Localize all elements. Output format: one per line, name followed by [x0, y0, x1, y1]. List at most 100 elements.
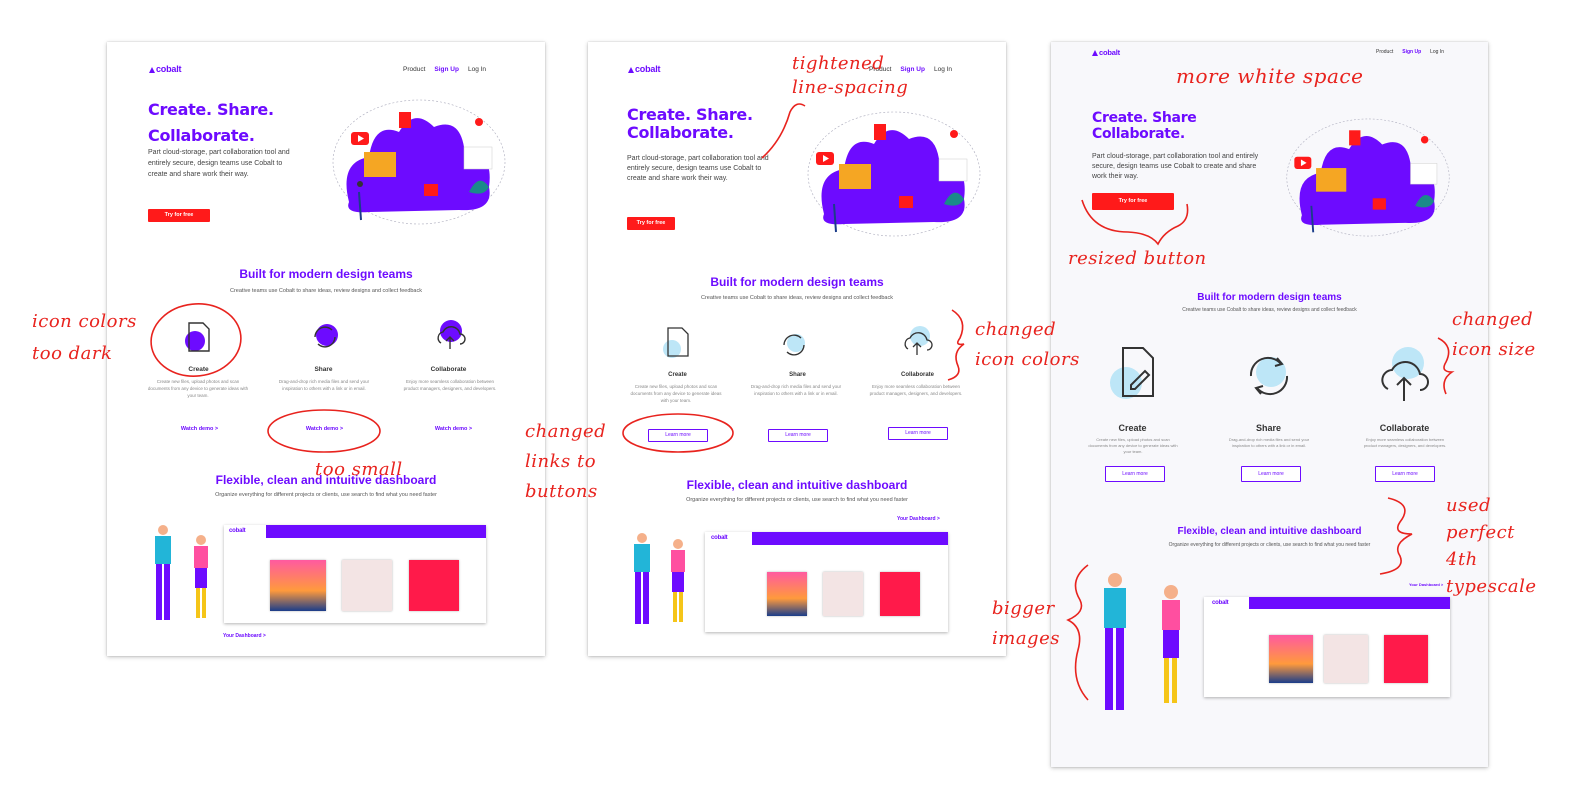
learn-more-button-collaborate[interactable]: Learn more: [888, 427, 948, 440]
feature-name-share: Share: [1255, 423, 1281, 433]
your-dashboard-link[interactable]: Your Dashboard >: [223, 633, 266, 639]
feature-desc-create: Create new files, upload photos and scan…: [147, 379, 249, 398]
dashboard-logo: cobalt: [229, 528, 246, 534]
document-pen-icon: [663, 327, 689, 358]
feature-desc-share: Drag-and-drop rich media files and send …: [278, 379, 370, 391]
logo-triangle-icon: [628, 67, 634, 73]
nav-product[interactable]: Product: [403, 66, 425, 73]
dashboard-logo: cobalt: [711, 535, 728, 541]
cta-button[interactable]: Try for free: [627, 217, 675, 230]
dashboard-thumb-1[interactable]: [270, 560, 326, 611]
hero-illustration: [1286, 118, 1450, 237]
feature-desc-create: Create new files, upload photos and scan…: [630, 384, 722, 403]
your-dashboard-link[interactable]: Your Dashboard >: [1409, 582, 1443, 587]
cloud-upload-icon: [437, 320, 466, 349]
learn-more-button-share[interactable]: Learn more: [1241, 466, 1301, 482]
mockup-version-1: cobalt Product Sign Up Log In Create. Shar…: [107, 42, 545, 656]
logo-triangle-icon: [149, 67, 155, 73]
dashboard-thumb-2[interactable]: [342, 560, 392, 611]
feature-desc-share: Drag-and-drop rich media files and send …: [750, 384, 842, 396]
nav-signup[interactable]: Sign Up: [1402, 49, 1421, 55]
dashboard-mockup: cobalt: [224, 525, 486, 623]
feature-desc-collaborate: Enjoy more seamless collaboration betwee…: [403, 379, 497, 391]
logo-triangle-icon: [1092, 50, 1098, 56]
hero-text: Part cloud-storage, part collaboration t…: [627, 155, 769, 182]
features-title: Built for modern design teams: [1197, 292, 1342, 303]
annotation-resized-button: resized button: [1068, 248, 1207, 269]
dashboard-mockup: cobalt: [1204, 597, 1450, 697]
people-illustration: [1104, 573, 1180, 710]
feature-name-collaborate: Collaborate: [1379, 423, 1430, 433]
nav-signup[interactable]: Sign Up: [434, 66, 459, 73]
nav-login[interactable]: Log In: [1430, 49, 1444, 55]
hero-text: Part cloud-storage, part collaboration t…: [1092, 153, 1259, 180]
dashboard-topbar: [752, 532, 948, 545]
dashboard-title: Flexible, clean and intuitive dashboard: [1177, 526, 1362, 537]
dashboard-subtitle: Organize everything for different projec…: [686, 497, 908, 503]
learn-more-button-create[interactable]: Learn more: [648, 429, 708, 442]
feature-desc-collaborate: Enjoy more seamless collaboration betwee…: [1363, 437, 1447, 448]
dashboard-logo: cobalt: [1212, 600, 1229, 606]
features-subtitle: Creative teams use Cobalt to share ideas…: [701, 295, 893, 301]
hero-title: Create. Share. Collaborate.: [148, 100, 274, 145]
logo[interactable]: cobalt: [149, 64, 182, 74]
feature-desc-share: Drag-and-drop rich media files and send …: [1228, 437, 1310, 448]
refresh-arrows-icon: [314, 324, 338, 348]
annotation-changed-icon-size: changed icon size: [1452, 309, 1536, 360]
dashboard-thumb-1[interactable]: [767, 572, 807, 616]
dashboard-title: Flexible, clean and intuitive dashboard: [686, 478, 908, 492]
dashboard-mockup: cobalt: [705, 532, 948, 632]
annotation-tightened-line-spacing: tightened line-spacing: [792, 53, 909, 98]
learn-more-button-share[interactable]: Learn more: [768, 429, 828, 442]
people-illustration: [155, 525, 208, 620]
hero-title: Create. Share. Collaborate.: [627, 105, 753, 142]
feature-name-share: Share: [789, 372, 806, 378]
logo[interactable]: cobalt: [1092, 48, 1120, 57]
nav-login[interactable]: Log In: [934, 66, 952, 73]
feature-name-collaborate: Collaborate: [430, 366, 467, 373]
annotation-too-small: too small: [315, 459, 403, 480]
watch-demo-link-create[interactable]: Watch demo >: [162, 426, 237, 432]
annotation-perfect-4th-typescale: used perfect 4th typescale: [1446, 495, 1537, 597]
your-dashboard-link[interactable]: Your Dashboard >: [897, 516, 940, 522]
nav-login[interactable]: Log In: [468, 66, 486, 73]
cta-button[interactable]: Try for free: [148, 209, 210, 222]
people-illustration: [634, 533, 685, 624]
learn-more-button-create[interactable]: Learn more: [1105, 466, 1165, 482]
dashboard-subtitle: Organize everything for different projec…: [1168, 542, 1371, 548]
refresh-arrows-icon: [1249, 356, 1289, 396]
annotation-changed-icon-colors: changed icon colors: [975, 319, 1080, 370]
watch-demo-link-collaborate[interactable]: Watch demo >: [416, 426, 491, 432]
hero-illustration: [332, 99, 506, 225]
document-pen-icon: [185, 322, 210, 352]
feature-desc-create: Create new files, upload photos and scan…: [1088, 437, 1178, 454]
dashboard-thumb-3[interactable]: [880, 572, 920, 616]
dashboard-topbar: [266, 525, 486, 538]
dashboard-thumb-1[interactable]: [1269, 635, 1313, 683]
top-nav: Product Sign Up Log In: [1367, 49, 1444, 55]
mockup-version-2: cobalt Product Sign Up Log In Create. Shar…: [588, 42, 1006, 656]
cloud-upload-icon: [904, 326, 933, 355]
top-nav: Product Sign Up Log In: [394, 66, 486, 73]
annotation-icon-colors: icon colors too dark: [32, 311, 137, 364]
comparison-stage: cobalt Product Sign Up Log In Create. Shar…: [0, 0, 1580, 812]
annotation-more-white-space: more white space: [1176, 64, 1364, 88]
dashboard-thumb-2[interactable]: [823, 572, 863, 616]
learn-more-button-collaborate[interactable]: Learn more: [1375, 466, 1435, 482]
cta-button[interactable]: Try for free: [1092, 193, 1174, 210]
feature-name-create: Create: [188, 366, 209, 373]
feature-name-create: Create: [668, 372, 687, 378]
feature-desc-collaborate: Enjoy more seamless collaboration betwee…: [869, 384, 963, 396]
dashboard-thumb-3[interactable]: [1384, 635, 1428, 683]
dashboard-thumb-2[interactable]: [1324, 635, 1368, 683]
cloud-upload-icon: [1381, 347, 1429, 401]
logo[interactable]: cobalt: [628, 64, 661, 74]
dashboard-thumb-3[interactable]: [409, 560, 459, 611]
features-subtitle: Creative teams use Cobalt to share ideas…: [1182, 307, 1357, 313]
annotation-bigger-images: bigger images: [992, 598, 1060, 649]
nav-product[interactable]: Product: [1376, 49, 1393, 55]
dashboard-subtitle: Organize everything for different projec…: [215, 492, 437, 498]
dashboard-topbar: [1249, 597, 1450, 609]
watch-demo-link-share[interactable]: Watch demo >: [287, 426, 362, 432]
hero-text: Part cloud-storage, part collaboration t…: [148, 149, 290, 178]
